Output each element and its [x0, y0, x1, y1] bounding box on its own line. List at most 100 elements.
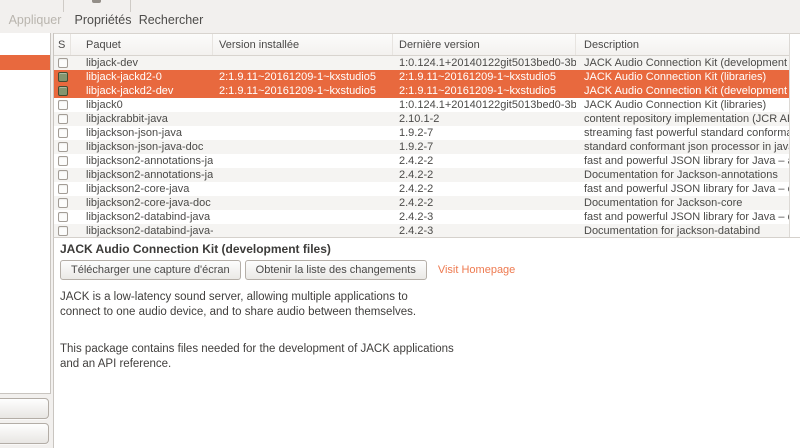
- cell-package: libjack-dev: [71, 56, 213, 70]
- status-checkbox[interactable]: [58, 128, 68, 138]
- cell-status: [54, 126, 71, 140]
- status-checkbox[interactable]: [58, 72, 68, 82]
- cell-latest: 2.4.2-2: [393, 168, 576, 182]
- get-changelog-button[interactable]: Obtenir la liste des changements: [245, 260, 427, 280]
- table-row[interactable]: libjackson-json-java 1.9.2-7 streaming f…: [54, 126, 789, 140]
- cell-installed: 2:1.9.11~20161209-1~kxstudio5: [213, 84, 393, 98]
- status-checkbox[interactable]: [58, 226, 68, 236]
- table-row[interactable]: libjack-jackd2-dev 2:1.9.11~20161209-1~k…: [54, 84, 789, 98]
- cell-description: JACK Audio Connection Kit (development f…: [576, 84, 789, 98]
- download-screenshot-button[interactable]: Télécharger une capture d'écran: [60, 260, 241, 280]
- description-paragraph: JACK is a low-latency sound server, allo…: [60, 290, 800, 320]
- cell-installed: [213, 168, 393, 182]
- description-paragraph: This package contains files needed for t…: [60, 342, 800, 372]
- status-checkbox[interactable]: [58, 58, 68, 68]
- status-checkbox[interactable]: [58, 170, 68, 180]
- cell-status: [54, 196, 71, 210]
- cell-installed: 2:1.9.11~20161209-1~kxstudio5: [213, 70, 393, 84]
- package-table: S Paquet Version installée Dernière vers…: [53, 33, 789, 237]
- apply-button[interactable]: Appliquer: [6, 0, 64, 33]
- cell-package: libjackrabbit-java: [71, 112, 213, 126]
- cell-status: [54, 224, 71, 237]
- cell-package: libjackson2-core-java-doc: [71, 196, 213, 210]
- cell-status: [54, 210, 71, 224]
- status-checkbox[interactable]: [58, 198, 68, 208]
- table-row[interactable]: libjackrabbit-java 2.10.1-2 content repo…: [54, 112, 789, 126]
- cell-status: [54, 98, 71, 112]
- cell-latest: 1.9.2-7: [393, 126, 576, 140]
- cell-latest: 1:0.124.1+20140122git5013bed0-3build2: [393, 98, 576, 112]
- cell-package: libjackson-json-java: [71, 126, 213, 140]
- cell-status: [54, 70, 71, 84]
- left-panel-button-2[interactable]: [0, 423, 49, 444]
- column-header-status[interactable]: S: [54, 34, 71, 55]
- package-table-body: libjack-dev 1:0.124.1+20140122git5013bed…: [54, 56, 789, 237]
- cell-status: [54, 140, 71, 154]
- status-checkbox[interactable]: [58, 114, 68, 124]
- cell-status: [54, 84, 71, 98]
- status-checkbox[interactable]: [58, 142, 68, 152]
- synaptic-window: Appliquer Propriétés Rechercher S Paquet…: [0, 0, 800, 448]
- left-panel-button-1[interactable]: [0, 398, 49, 419]
- table-row[interactable]: libjackson2-core-java-doc 2.4.2-2 Docume…: [54, 196, 789, 210]
- cell-latest: 2.4.2-2: [393, 182, 576, 196]
- status-checkbox[interactable]: [58, 86, 68, 96]
- cell-latest: 1:0.124.1+20140122git5013bed0-3build2: [393, 56, 576, 70]
- table-row[interactable]: libjackson2-annotations-java 2.4.2-2 Doc…: [54, 168, 789, 182]
- search-button[interactable]: Rechercher: [138, 0, 204, 33]
- cell-latest: 2.4.2-2: [393, 196, 576, 210]
- column-header-package[interactable]: Paquet: [71, 34, 213, 55]
- status-checkbox[interactable]: [58, 156, 68, 166]
- cell-latest: 2:1.9.11~20161209-1~kxstudio5: [393, 84, 576, 98]
- cell-package: libjackson2-databind-java-do: [71, 224, 213, 237]
- cell-description: JACK Audio Connection Kit (libraries): [576, 98, 789, 112]
- cell-package: libjackson2-core-java: [71, 182, 213, 196]
- cell-description: content repository implementation (JCR A…: [576, 112, 789, 126]
- cell-package: libjackson2-databind-java: [71, 210, 213, 224]
- category-selected-item[interactable]: [0, 55, 50, 70]
- cell-latest: 2.4.2-3: [393, 224, 576, 237]
- table-row[interactable]: libjack-jackd2-0 2:1.9.11~20161209-1~kxs…: [54, 70, 789, 84]
- cell-description: streaming fast powerful standard conform…: [576, 126, 789, 140]
- table-row[interactable]: libjackson2-databind-java-do 2.4.2-3 Doc…: [54, 224, 789, 237]
- cell-description: JACK Audio Connection Kit (development f…: [576, 56, 789, 70]
- cell-installed: [213, 112, 393, 126]
- table-row[interactable]: libjackson2-annotations-java 2.4.2-2 fas…: [54, 154, 789, 168]
- cell-installed: [213, 140, 393, 154]
- cell-package: libjack-jackd2-dev: [71, 84, 213, 98]
- package-details-title: JACK Audio Connection Kit (development f…: [60, 242, 800, 256]
- cell-description: Documentation for Jackson-annotations: [576, 168, 789, 182]
- cell-installed: [213, 154, 393, 168]
- cell-package: libjackson2-annotations-java: [71, 168, 213, 182]
- cell-package: libjack-jackd2-0: [71, 70, 213, 84]
- properties-button[interactable]: Propriétés: [70, 0, 136, 33]
- cell-installed: [213, 224, 393, 237]
- column-header-latest-version[interactable]: Dernière version: [393, 34, 576, 55]
- cell-description: fast and powerful JSON library for Java …: [576, 154, 789, 168]
- cell-package: libjackson-json-java-doc: [71, 140, 213, 154]
- cell-description: Documentation for Jackson-core: [576, 196, 789, 210]
- table-row[interactable]: libjackson2-core-java 2.4.2-2 fast and p…: [54, 182, 789, 196]
- cell-description: fast and powerful JSON library for Java …: [576, 210, 789, 224]
- category-list[interactable]: [0, 33, 51, 394]
- visit-homepage-link[interactable]: Visit Homepage: [438, 264, 515, 276]
- table-row[interactable]: libjack-dev 1:0.124.1+20140122git5013bed…: [54, 56, 789, 70]
- column-header-description[interactable]: Description: [576, 34, 789, 55]
- table-row[interactable]: libjackson2-databind-java 2.4.2-3 fast a…: [54, 210, 789, 224]
- cell-latest: 2:1.9.11~20161209-1~kxstudio5: [393, 70, 576, 84]
- cell-status: [54, 56, 71, 70]
- table-header-row: S Paquet Version installée Dernière vers…: [54, 33, 789, 56]
- table-row[interactable]: libjack0 1:0.124.1+20140122git5013bed0-3…: [54, 98, 789, 112]
- cell-description: Documentation for jackson-databind: [576, 224, 789, 237]
- table-row[interactable]: libjackson-json-java-doc 1.9.2-7 standar…: [54, 140, 789, 154]
- cell-status: [54, 112, 71, 126]
- cell-installed: [213, 196, 393, 210]
- status-checkbox[interactable]: [58, 212, 68, 222]
- status-checkbox[interactable]: [58, 100, 68, 110]
- toolbar: Appliquer Propriétés Rechercher: [0, 0, 800, 33]
- vertical-scrollbar[interactable]: [789, 33, 800, 237]
- column-header-installed-version[interactable]: Version installée: [213, 34, 393, 55]
- status-checkbox[interactable]: [58, 184, 68, 194]
- package-description-text: JACK is a low-latency sound server, allo…: [60, 290, 800, 372]
- cell-latest: 2.10.1-2: [393, 112, 576, 126]
